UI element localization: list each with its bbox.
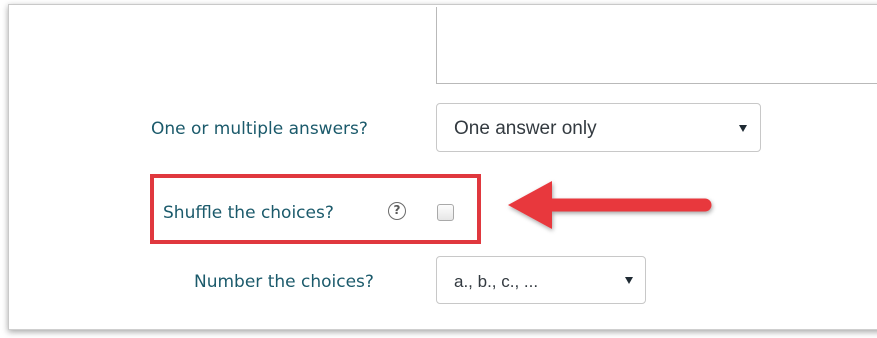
numbering-select-value: a., b., c., ... bbox=[454, 272, 539, 291]
chevron-down-icon bbox=[625, 277, 633, 284]
answer-textarea[interactable] bbox=[436, 7, 877, 84]
annotation-arrow bbox=[508, 181, 712, 229]
numbering-label: Number the choices? bbox=[194, 272, 374, 292]
chevron-down-icon bbox=[739, 125, 747, 132]
answers-label: One or multiple answers? bbox=[151, 119, 368, 139]
highlight-box bbox=[150, 174, 481, 244]
answers-select-value: One answer only bbox=[454, 118, 597, 139]
answers-select[interactable]: One answer only bbox=[436, 103, 761, 152]
numbering-select[interactable]: a., b., c., ... bbox=[436, 256, 646, 304]
